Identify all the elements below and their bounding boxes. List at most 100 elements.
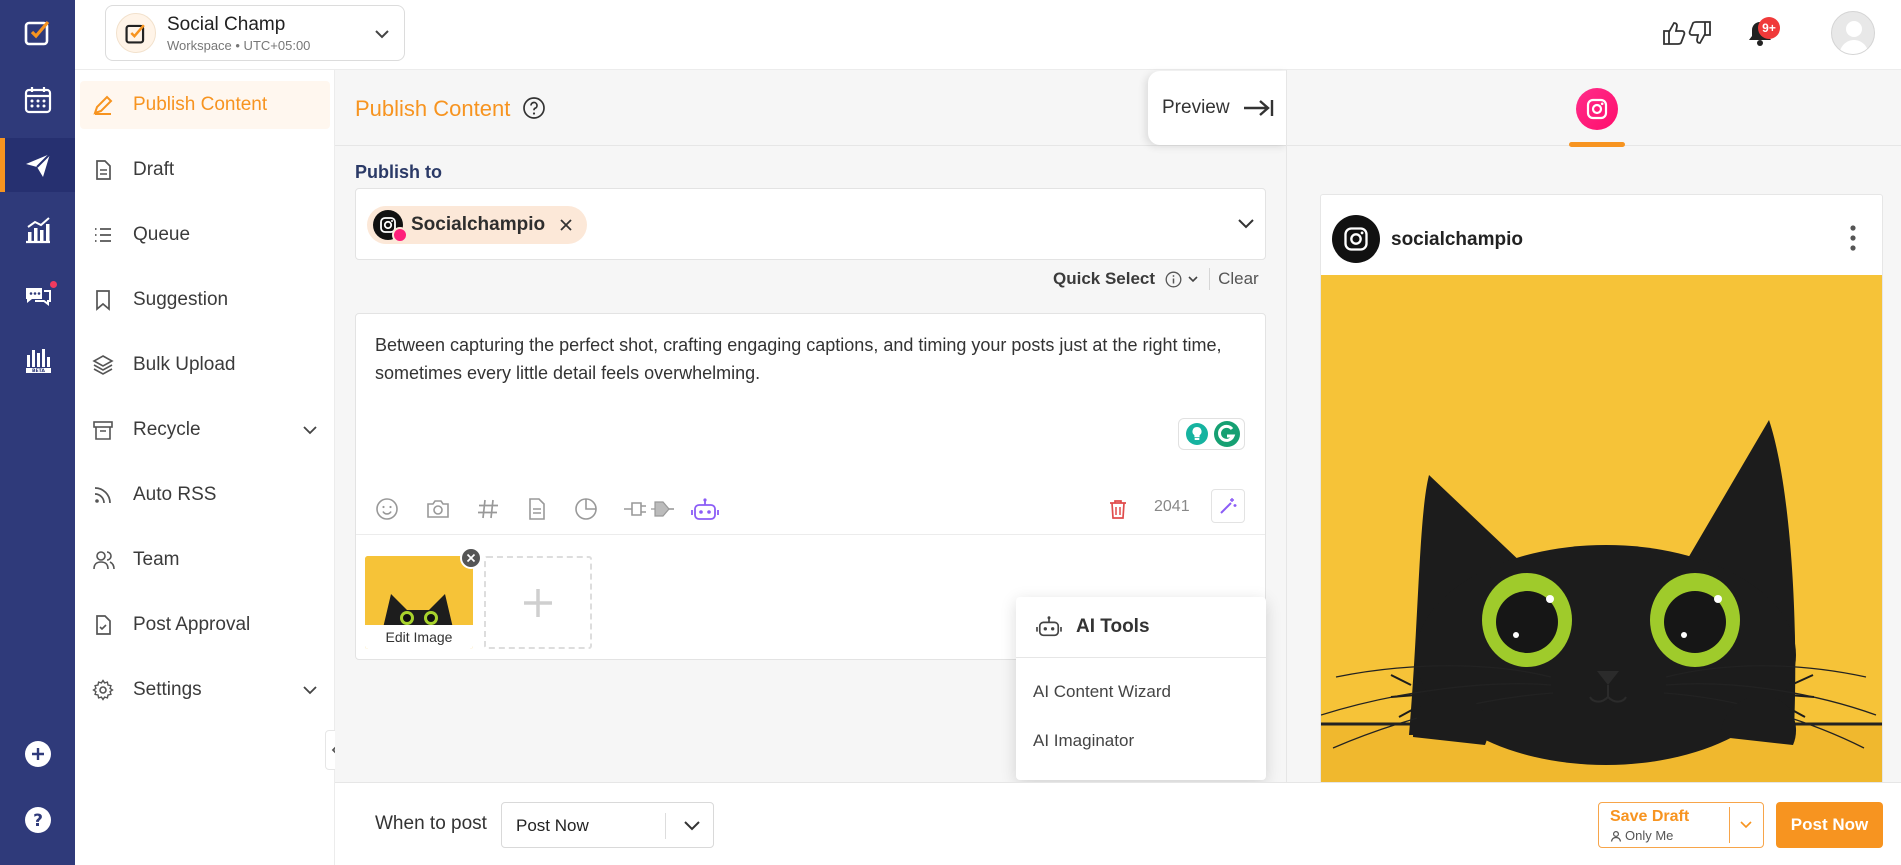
app-logo-icon[interactable] — [0, 5, 75, 59]
chevron-down-icon — [302, 423, 318, 437]
instagram-tab-icon[interactable] — [1576, 88, 1618, 130]
when-to-post-label: When to post — [375, 813, 487, 834]
gear-icon — [92, 679, 124, 701]
svg-text:?: ? — [33, 811, 43, 831]
help-icon[interactable]: ? — [0, 793, 75, 847]
preview-label: Preview — [1162, 97, 1230, 118]
instagram-post-preview: socialchampio — [1320, 194, 1883, 784]
sidebar-item-suggestion[interactable]: Suggestion — [80, 276, 330, 324]
sidebar-item-bulk-upload[interactable]: Bulk Upload — [80, 341, 330, 389]
sidebar-item-label: Recycle — [133, 419, 201, 440]
pencil-icon — [92, 94, 124, 116]
edit-image-label[interactable]: Edit Image — [365, 625, 473, 649]
user-icon — [1610, 830, 1622, 842]
sidebar-item-settings[interactable]: Settings — [80, 666, 330, 714]
sidebar-item-label: Bulk Upload — [133, 354, 236, 375]
preview-button[interactable]: Preview — [1148, 71, 1288, 145]
remove-account-icon[interactable] — [559, 218, 573, 232]
sidebar-item-draft[interactable]: Draft — [80, 146, 330, 194]
workspace-logo-icon — [116, 13, 156, 53]
plugin-icon[interactable] — [623, 497, 675, 521]
account-avatar — [373, 210, 408, 243]
editor-toolbar: 2041 — [356, 484, 1265, 534]
sidebar-item-queue[interactable]: Queue — [80, 211, 330, 259]
bookmark-icon — [92, 289, 124, 311]
workspace-selector[interactable]: Social Champ Workspace • UTC+05:00 — [105, 5, 405, 61]
chevron-down-icon — [1237, 215, 1255, 231]
account-name: Socialchampio — [411, 214, 546, 235]
sidebar-item-publish-content[interactable]: Publish Content — [80, 81, 330, 129]
trash-icon[interactable] — [1108, 498, 1128, 520]
sidebar-item-label: Suggestion — [133, 289, 229, 310]
grammarly-icon — [1213, 420, 1241, 448]
help-circle-icon[interactable] — [522, 96, 546, 120]
document-icon — [92, 159, 124, 181]
divider — [665, 813, 666, 839]
chat-icon[interactable] — [0, 268, 75, 322]
sidebar-item-label: Publish Content — [133, 94, 268, 115]
chevron-down-icon — [1187, 274, 1199, 284]
add-icon[interactable] — [0, 727, 75, 781]
sidebar-item-auto-rss[interactable]: Auto RSS — [80, 471, 330, 519]
list-icon — [92, 224, 124, 246]
feedback-thumbs-icon[interactable] — [1661, 20, 1713, 46]
send-icon[interactable] — [0, 138, 75, 192]
magic-wand-icon — [1220, 498, 1237, 514]
sidebar: Publish Content Draft Queue Suggestion B… — [75, 70, 335, 865]
beta-analytics-icon[interactable]: BETA — [0, 333, 75, 387]
chat-unread-dot — [49, 280, 58, 289]
clear-button[interactable]: Clear — [1218, 269, 1259, 289]
sidebar-item-post-approval[interactable]: Post Approval — [80, 601, 330, 649]
emoji-icon[interactable] — [375, 497, 399, 521]
sidebar-item-label: Settings — [133, 679, 202, 700]
icon-rail: BETA ? — [0, 0, 75, 865]
magic-wand-button[interactable] — [1211, 489, 1245, 523]
media-thumbnail[interactable]: Edit Image — [365, 556, 473, 649]
post-now-button[interactable]: Post Now — [1776, 802, 1883, 848]
remove-media-icon[interactable] — [460, 547, 482, 569]
save-draft-label: Save Draft — [1610, 808, 1690, 825]
grammar-tools[interactable] — [1178, 418, 1245, 450]
quick-select-dropdown[interactable]: Quick Select — [1053, 269, 1155, 289]
ai-content-wizard-item[interactable]: AI Content Wizard — [1016, 667, 1266, 716]
lightbulb-icon — [1185, 422, 1209, 446]
more-options-icon[interactable] — [1850, 225, 1856, 251]
sidebar-item-label: Queue — [133, 224, 191, 245]
ai-imaginator-item[interactable]: AI Imaginator — [1016, 716, 1266, 765]
instagram-logo-icon — [1344, 227, 1368, 251]
calendar-icon[interactable] — [0, 73, 75, 127]
camera-icon[interactable] — [425, 497, 451, 521]
user-avatar[interactable] — [1831, 11, 1875, 55]
chevron-down-icon — [683, 817, 701, 833]
document-icon[interactable] — [526, 497, 548, 521]
ai-robot-icon — [1036, 615, 1062, 639]
save-draft-button[interactable]: Save Draft Only Me — [1598, 802, 1764, 848]
ai-robot-icon[interactable] — [691, 497, 719, 523]
notification-badge: 9+ — [1758, 17, 1780, 39]
active-tab-indicator — [1569, 142, 1625, 147]
plus-icon — [524, 588, 552, 617]
preview-username: socialchampio — [1391, 229, 1523, 250]
sidebar-item-team[interactable]: Team — [80, 536, 330, 584]
divider — [1209, 268, 1211, 290]
sidebar-item-label: Team — [133, 549, 180, 570]
publish-panel: Publish Content Preview Publish to Socia… — [335, 70, 1288, 782]
account-selector[interactable]: Socialchampio — [355, 188, 1266, 260]
add-media-button[interactable] — [484, 556, 592, 649]
sidebar-item-recycle[interactable]: Recycle — [80, 406, 330, 454]
info-icon — [1165, 271, 1182, 288]
pie-chart-icon[interactable] — [574, 497, 598, 521]
svg-text:BETA: BETA — [32, 368, 45, 374]
character-count: 2041 — [1154, 498, 1190, 515]
preview-pane: socialchampio — [1286, 70, 1901, 784]
analytics-icon[interactable] — [0, 203, 75, 257]
page-title: Publish Content — [355, 96, 511, 121]
archive-icon — [92, 419, 124, 441]
chevron-down-icon[interactable] — [1738, 819, 1754, 831]
post-text-area[interactable]: Between capturing the perfect shot, craf… — [375, 331, 1245, 387]
collapse-right-icon — [1242, 98, 1274, 118]
when-to-post-select[interactable]: Post Now — [501, 802, 714, 848]
team-icon — [92, 549, 124, 571]
sidebar-item-label: Auto RSS — [133, 484, 217, 505]
hashtag-icon[interactable] — [476, 497, 500, 521]
